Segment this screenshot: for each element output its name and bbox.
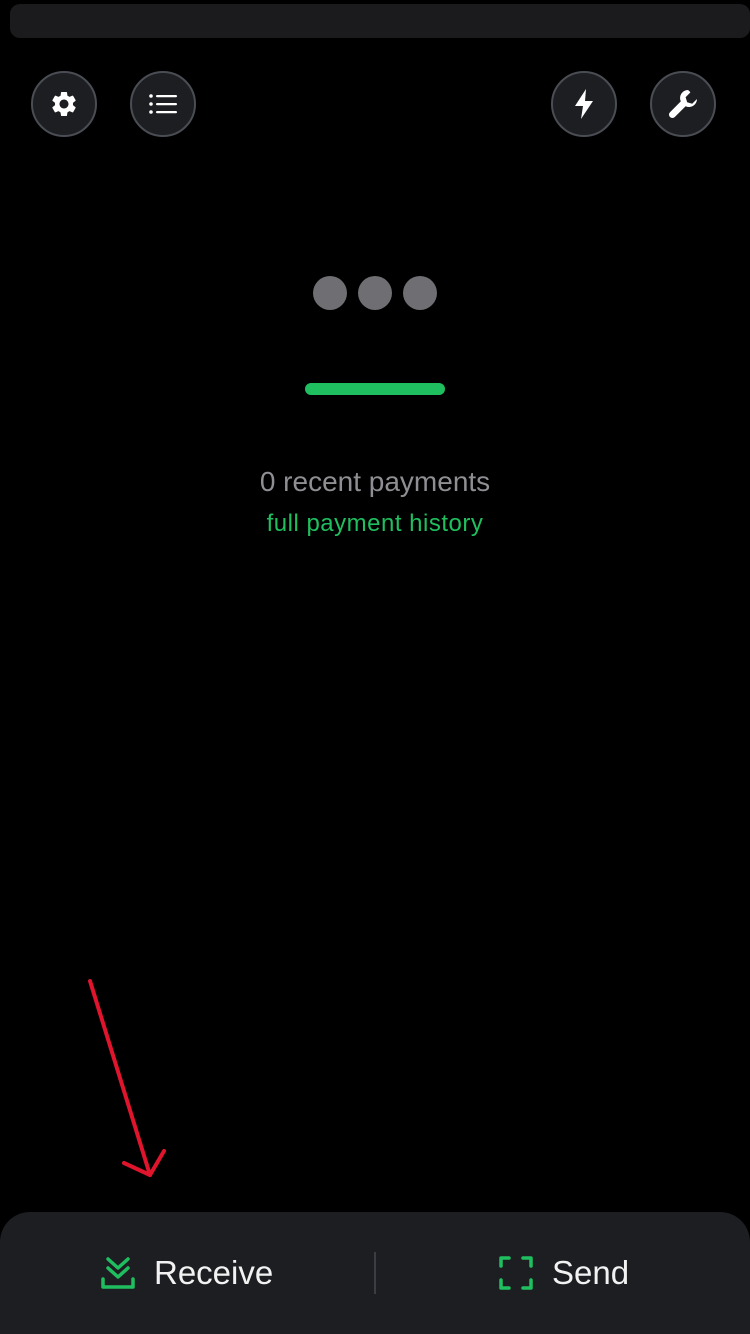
wrench-icon xyxy=(669,90,697,118)
settings-button[interactable] xyxy=(31,71,97,137)
tools-button[interactable] xyxy=(650,71,716,137)
lightning-icon xyxy=(575,89,593,119)
recent-payments-count: 0 recent payments xyxy=(259,466,491,497)
receive-button[interactable]: Receive xyxy=(100,1212,273,1334)
receive-icon xyxy=(101,1257,135,1289)
hidden-balance[interactable] xyxy=(313,276,437,310)
balance-mask-dot xyxy=(403,276,437,310)
annotation-arrow xyxy=(88,979,166,1177)
full-payment-history-link[interactable]: full payment history xyxy=(0,510,750,538)
status-bar xyxy=(10,4,750,38)
receive-label: Receive xyxy=(154,1254,274,1291)
balance-mask-dot xyxy=(358,276,392,310)
list-button[interactable] xyxy=(130,71,196,137)
list-icon xyxy=(149,94,177,114)
send-button[interactable]: Send xyxy=(498,1212,629,1334)
scan-icon xyxy=(499,1256,533,1290)
lightning-button[interactable] xyxy=(551,71,617,137)
send-label: Send xyxy=(552,1254,630,1291)
balance-mask-dot xyxy=(313,276,347,310)
bottom-action-bar: Receive Send xyxy=(0,1212,750,1334)
balance-indicator-bar xyxy=(305,383,445,395)
bottom-bar-divider xyxy=(374,1252,376,1294)
gear-icon xyxy=(52,92,76,116)
